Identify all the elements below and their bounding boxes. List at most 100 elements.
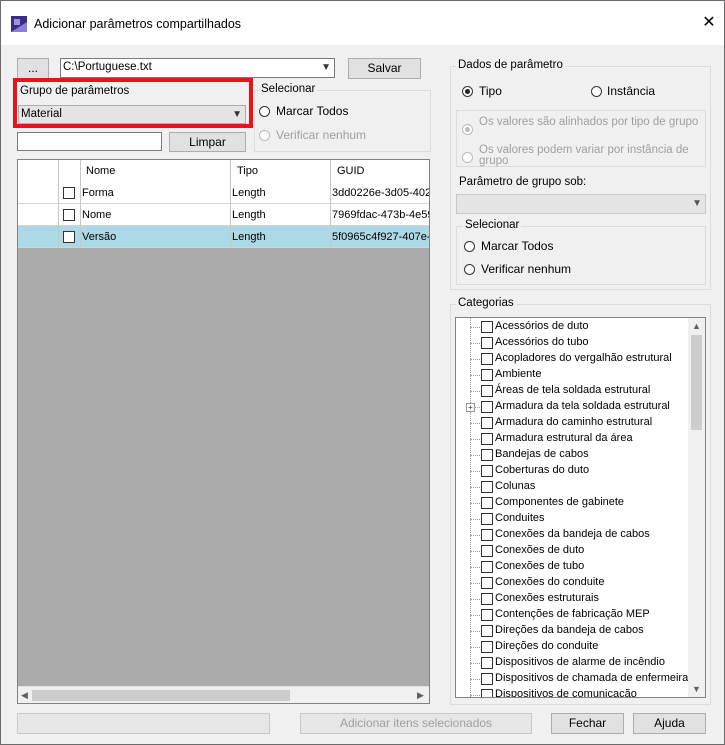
row-header[interactable] bbox=[18, 182, 59, 204]
param-group-combo[interactable]: Material ▼ bbox=[18, 105, 246, 124]
category-item[interactable]: + Armadura da tela soldada estrutural bbox=[456, 399, 689, 415]
category-item[interactable]: Direções da bandeja de cabos bbox=[456, 623, 689, 639]
tree-connector bbox=[470, 583, 480, 584]
category-label: Dispositivos de chamada de enfermeira bbox=[495, 672, 689, 684]
check-none-label-right: Verificar nenhum bbox=[481, 262, 572, 276]
category-item[interactable]: Conexões da bandeja de cabos bbox=[456, 527, 689, 543]
check-none-radio-left[interactable] bbox=[259, 130, 270, 141]
category-label: Conexões de duto bbox=[495, 544, 585, 556]
category-item[interactable]: Armadura estrutural da área bbox=[456, 431, 689, 447]
category-item[interactable]: Direções do conduite bbox=[456, 639, 689, 655]
close-icon[interactable]: ✕ bbox=[699, 11, 719, 35]
category-checkbox[interactable] bbox=[481, 449, 493, 461]
category-item[interactable]: Acopladores do vergalhão estrutural bbox=[456, 351, 689, 367]
grid-horizontal-scrollbar[interactable]: ◀ ▶ bbox=[18, 686, 429, 703]
aligned-label: Os valores são alinhados por tipo de gru… bbox=[479, 116, 699, 128]
grid-scroll-thumb[interactable] bbox=[32, 690, 290, 701]
category-item[interactable]: Dispositivos de alarme de incêndio bbox=[456, 655, 689, 671]
category-checkbox[interactable] bbox=[481, 561, 493, 573]
category-checkbox[interactable] bbox=[481, 401, 493, 413]
row-checkbox[interactable] bbox=[63, 209, 75, 221]
table-row[interactable]: Nome Length 7969fdac-473b-4e59 bbox=[18, 204, 429, 226]
category-checkbox[interactable] bbox=[481, 481, 493, 493]
category-checkbox[interactable] bbox=[481, 529, 493, 541]
scroll-down-icon[interactable]: ▼ bbox=[692, 684, 701, 694]
close-button[interactable]: Fechar bbox=[551, 713, 624, 734]
category-checkbox[interactable] bbox=[481, 513, 493, 525]
categories-scroll-thumb[interactable] bbox=[691, 335, 702, 430]
category-item[interactable]: Armadura do caminho estrutural bbox=[456, 415, 689, 431]
help-button[interactable]: Ajuda bbox=[633, 713, 706, 734]
category-checkbox[interactable] bbox=[481, 337, 493, 349]
instance-radio[interactable] bbox=[591, 86, 602, 97]
row-header[interactable] bbox=[18, 226, 59, 248]
param-group-label: Grupo de parâmetros bbox=[20, 85, 130, 97]
add-selected-button[interactable]: Adicionar itens selecionados bbox=[300, 713, 532, 734]
save-button[interactable]: Salvar bbox=[348, 58, 421, 79]
aligned-radio[interactable] bbox=[462, 124, 473, 135]
category-item[interactable]: Dispositivos de chamada de enfermeira bbox=[456, 671, 689, 687]
category-item[interactable]: Acessórios de duto bbox=[456, 319, 689, 335]
category-checkbox[interactable] bbox=[481, 673, 493, 685]
category-item[interactable]: Conduites bbox=[456, 511, 689, 527]
scroll-left-icon[interactable]: ◀ bbox=[21, 690, 28, 701]
category-checkbox[interactable] bbox=[481, 369, 493, 381]
table-row[interactable]: Versão Length 5f0965c4f927-407e- bbox=[18, 226, 429, 248]
category-checkbox[interactable] bbox=[481, 353, 493, 365]
category-item[interactable]: Áreas de tela soldada estrutural bbox=[456, 383, 689, 399]
category-checkbox[interactable] bbox=[481, 593, 493, 605]
grid-col-guid[interactable]: GUID bbox=[331, 160, 429, 182]
browse-button[interactable]: ... bbox=[17, 58, 49, 79]
file-path-combo[interactable]: C:\Portuguese.txt ▼ bbox=[60, 58, 335, 78]
category-item[interactable]: Ambiente bbox=[456, 367, 689, 383]
check-none-radio-right[interactable] bbox=[464, 264, 475, 275]
category-item[interactable]: Colunas bbox=[456, 479, 689, 495]
categories-vertical-scrollbar[interactable]: ▲ ▼ bbox=[688, 318, 705, 697]
category-item[interactable]: Bandejas de cabos bbox=[456, 447, 689, 463]
file-path-value: C:\Portuguese.txt bbox=[63, 61, 152, 73]
table-row[interactable]: Forma Length 3dd0226e-3d05-402a bbox=[18, 182, 429, 204]
group-under-combo[interactable]: ▼ bbox=[456, 194, 706, 214]
category-checkbox[interactable] bbox=[481, 625, 493, 637]
grid-col-name[interactable]: Nome bbox=[81, 160, 231, 182]
scroll-right-icon[interactable]: ▶ bbox=[417, 690, 424, 701]
category-checkbox[interactable] bbox=[481, 465, 493, 477]
category-checkbox[interactable] bbox=[481, 609, 493, 621]
category-item[interactable]: Conexões do conduite bbox=[456, 575, 689, 591]
row-checkbox[interactable] bbox=[63, 231, 75, 243]
category-checkbox[interactable] bbox=[481, 385, 493, 397]
grid-col-type[interactable]: Tipo bbox=[231, 160, 331, 182]
category-item[interactable]: Dispositivos de comunicação bbox=[456, 687, 689, 697]
vary-label: Os valores podem variar por instância de… bbox=[479, 144, 689, 167]
row-check-cell bbox=[59, 226, 81, 248]
category-item[interactable]: Acessórios do tubo bbox=[456, 335, 689, 351]
category-checkbox[interactable] bbox=[481, 321, 493, 333]
cell-type: Length bbox=[231, 182, 331, 204]
row-checkbox[interactable] bbox=[63, 187, 75, 199]
category-item[interactable]: Conexões de tubo bbox=[456, 559, 689, 575]
expand-plus-icon[interactable]: + bbox=[466, 403, 475, 412]
type-radio[interactable] bbox=[462, 86, 473, 97]
category-item[interactable]: Componentes de gabinete bbox=[456, 495, 689, 511]
tree-connector bbox=[470, 615, 480, 616]
category-checkbox[interactable] bbox=[481, 545, 493, 557]
category-checkbox[interactable] bbox=[481, 689, 493, 697]
category-item[interactable]: Conexões de duto bbox=[456, 543, 689, 559]
category-item[interactable]: Contenções de fabricação MEP bbox=[456, 607, 689, 623]
vary-radio[interactable] bbox=[462, 152, 473, 163]
category-checkbox[interactable] bbox=[481, 641, 493, 653]
category-checkbox[interactable] bbox=[481, 497, 493, 509]
category-checkbox[interactable] bbox=[481, 577, 493, 589]
category-label: Conduites bbox=[495, 512, 545, 524]
category-checkbox[interactable] bbox=[481, 433, 493, 445]
category-item[interactable]: Conexões estruturais bbox=[456, 591, 689, 607]
clear-button[interactable]: Limpar bbox=[169, 132, 246, 152]
row-header[interactable] bbox=[18, 204, 59, 226]
category-item[interactable]: Coberturas do duto bbox=[456, 463, 689, 479]
check-all-radio-left[interactable] bbox=[259, 106, 270, 117]
check-all-radio-right[interactable] bbox=[464, 241, 475, 252]
category-checkbox[interactable] bbox=[481, 657, 493, 669]
category-checkbox[interactable] bbox=[481, 417, 493, 429]
filter-input[interactable] bbox=[17, 132, 162, 151]
scroll-up-icon[interactable]: ▲ bbox=[692, 321, 701, 331]
